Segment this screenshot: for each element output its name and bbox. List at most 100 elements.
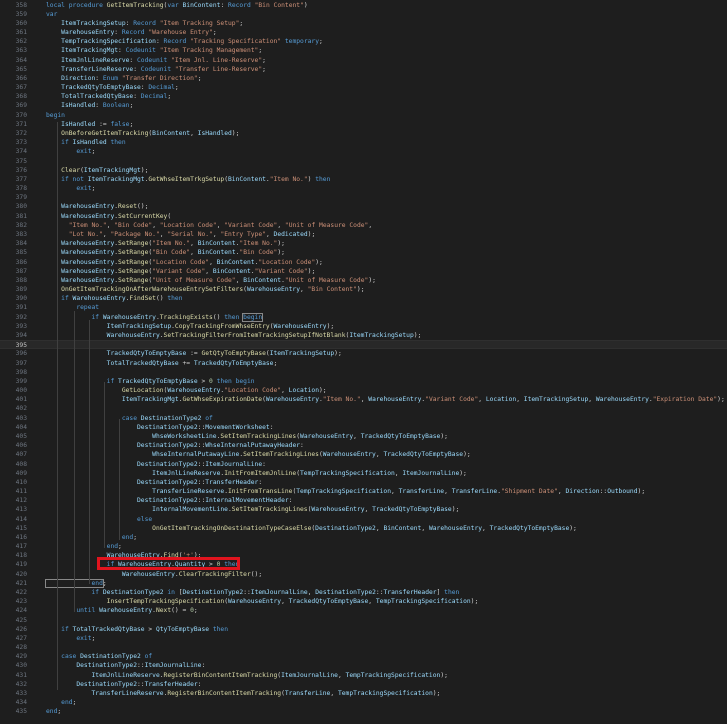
code-line[interactable]: 379 [0,193,727,202]
code-token: GetWhseItemTrkgSetup [148,175,225,183]
code-line[interactable]: 433 TransferLineReserve.RegisterBinConte… [0,689,727,698]
code-line[interactable]: 407 WhseInternalPutawayLine.SetItemTrack… [0,450,727,459]
code-line[interactable]: 434 end; [0,698,727,707]
code-token: WarehouseEntry [300,432,354,440]
code-line[interactable]: 416 end; [0,533,727,542]
code-line[interactable]: 418 WarehouseEntry.Find('+'); [0,551,727,560]
code-token: CopyTrackingFromWhseEntry [174,322,270,330]
line-number: 368 [15,93,27,101]
code-line[interactable]: 409 ItemJnlLineReserve.InitFromItemJnlLi… [0,469,727,478]
code-line[interactable]: 428 [0,643,727,652]
code-line[interactable]: 374 exit; [0,147,727,156]
code-line[interactable]: 431 ItemJnlLineReserve.RegisterBinConten… [0,671,727,680]
code-line[interactable]: 366 Direction: Enum "Transfer Direction"… [0,74,727,83]
code-line[interactable]: 371 IsHandled := false; [0,120,727,129]
code-line[interactable]: 432 DestinationType2::TransferHeader: [0,680,727,689]
code-line[interactable]: 362 TempTrackingSpecification: Record "T… [0,37,727,46]
code-line[interactable]: 435 end; [0,707,727,716]
code-line[interactable]: 415 OnGetItemTrackingOnDestinationTypeCa… [0,524,727,533]
code-token: , [482,524,490,532]
code-line[interactable]: 372 OnBeforeGetItemTracking(BinContent, … [0,129,727,138]
code-line[interactable]: 368 TotalTrackedQtyBase: Decimal; [0,92,727,101]
code-line[interactable]: 401 ItemTrackingMgt.GetWhseExpirationDat… [0,395,727,404]
code-line[interactable]: 411 TransferLineReserve.InitFromTransLin… [0,487,727,496]
code-editor[interactable]: 358 local procedure GetItemTracking(var B… [0,0,727,724]
code-text: OnGetItemTrackingOnDestinationTypeCaseEl… [46,524,577,533]
code-token: :: [137,680,145,688]
code-line[interactable]: 367 TrackedQtyToEmptyBase: Decimal; [0,83,727,92]
code-line[interactable]: 389 OnGetItemTrackingOnAfterWarehouseEnt… [0,285,727,294]
code-text: exit; [46,184,95,193]
code-line[interactable]: 429 case DestinationType2 of [0,652,727,661]
code-line[interactable]: 361 WarehouseEntry: Record "Warehouse En… [0,28,727,37]
code-line[interactable]: 408 DestinationType2::ItemJournalLine: [0,460,727,469]
code-line[interactable]: 427 exit; [0,634,727,643]
code-line[interactable]: 398 [0,368,727,377]
code-line[interactable]: 390 if WarehouseEntry.FindSet() then [0,294,727,303]
code-line[interactable]: 412 DestinationType2::InternalMovementHe… [0,496,727,505]
code-line[interactable]: 413 InternalMovementLine.SetItemTracking… [0,505,727,514]
code-line[interactable]: 381 WarehouseEntry.SetCurrentKey( [0,212,727,221]
code-line[interactable]: 364 ItemJnlLineReserve: Codeunit "Item J… [0,56,727,65]
code-line[interactable]: 382 "Item No.", "Bin Code", "Location Co… [0,221,727,230]
indent-guide [89,320,90,584]
code-line[interactable]: 380 WarehouseEntry.Reset(); [0,202,727,211]
code-line[interactable]: 383 "Lot No.", "Package No.", "Serial No… [0,230,727,239]
code-line[interactable]: 370 begin [0,111,727,120]
code-token: ); [140,166,149,174]
code-line[interactable]: 369 IsHandled: Boolean; [0,101,727,110]
code-line[interactable]: 386 WarehouseEntry.SetRange("Location Co… [0,258,727,267]
indent-guide [57,122,58,690]
code-line[interactable]: 399 if TrackedQtyToEmptyBase > 0 then be… [0,377,727,386]
code-line[interactable]: 375 [0,157,727,166]
code-line[interactable]: 421 end; [0,578,727,588]
code-line[interactable]: 388 WarehouseEntry.SetRange("Unit of Mea… [0,276,727,285]
code-line[interactable]: 397 TotalTrackedQtyBase += TrackedQtyToE… [0,359,727,368]
code-line[interactable]: 417 end; [0,542,727,551]
code-line[interactable]: 414 else [0,515,727,524]
code-line[interactable]: 363 ItemTrackingMgt: Codeunit "Item Trac… [0,46,727,55]
code-line[interactable]: 365 TransferLineReserve: Codeunit "Trans… [0,65,727,74]
code-token: TransferHeader [383,589,437,597]
code-line[interactable]: 387 WarehouseEntry.SetRange("Variant Cod… [0,267,727,276]
code-line[interactable]: 426 if TotalTrackedQtyBase > QtyToEmptyB… [0,625,727,634]
code-line[interactable]: 378 exit; [0,184,727,193]
code-token: repeat [46,304,100,312]
code-line[interactable]: 360 ItemTrackingSetup: Record "Item Trac… [0,19,727,28]
code-text: WhseWorksheetLine.SetItemTrackingLines(W… [46,432,448,441]
code-line[interactable]: 358 local procedure GetItemTracking(var B… [0,1,727,10]
code-token: if [46,625,73,633]
code-line[interactable]: 420 WarehouseEntry.ClearTrackingFilter()… [0,570,727,579]
code-line[interactable]: 403 case DestinationType2 of [0,414,727,423]
code-line[interactable]: 419 if WarehouseEntry.Quantity > 0 then [0,560,727,569]
code-line[interactable]: 384 WarehouseEntry.SetRange("Item No.", … [0,239,727,248]
code-line[interactable]: 395 [0,340,727,350]
code-line[interactable]: 385 WarehouseEntry.SetRange("Bin Code", … [0,248,727,257]
code-line[interactable]: 422 if DestinationType2 in [DestinationT… [0,588,727,597]
code-line[interactable]: 376 Clear(ItemTrackingMgt); [0,166,727,175]
code-line[interactable]: 404 DestinationType2::MovementWorksheet: [0,423,727,432]
code-line[interactable]: 423 InsertTempTrackingSpecification(Ware… [0,597,727,606]
code-line[interactable]: 377 if not ItemTrackingMgt.GetWhseItemTr… [0,175,727,184]
code-token: Find [163,552,179,560]
code-line[interactable]: 391 repeat [0,303,727,312]
code-line[interactable]: 406 DestinationType2::WhseInternalPutawa… [0,441,727,450]
code-token: : [155,38,164,46]
code-line[interactable]: 359 var [0,10,727,19]
code-line[interactable]: 402 [0,404,727,413]
code-line[interactable]: 393 ItemTrackingSetup.CopyTrackingFromWh… [0,322,727,331]
code-line[interactable]: 396 TrackedQtyToEmptyBase := GetQtyToEmp… [0,349,727,358]
code-token: "Bin Content" [307,286,357,294]
code-line[interactable]: 394 WarehouseEntry.SetTrackingFilterFrom… [0,331,727,340]
code-line[interactable]: 430 DestinationType2::ItemJournalLine: [0,661,727,670]
code-line[interactable]: 410 DestinationType2::TransferHeader: [0,478,727,487]
code-line[interactable]: 400 GetLocation(WarehouseEntry."Location… [0,386,727,395]
code-line[interactable]: 425 [0,616,727,625]
code-line[interactable]: 373 if IsHandled then [0,138,727,147]
code-line[interactable]: 424 until WarehouseEntry.Next() = 0; [0,606,727,615]
line-number: 433 [15,690,27,697]
code-line[interactable]: 405 WhseWorksheetLine.SetItemTrackingLin… [0,432,727,441]
line-number: 396 [15,350,27,358]
code-token: "Unit of Measure Code" [284,221,369,229]
code-line[interactable]: 392 if WarehouseEntry.TrackingExists() t… [0,312,727,322]
